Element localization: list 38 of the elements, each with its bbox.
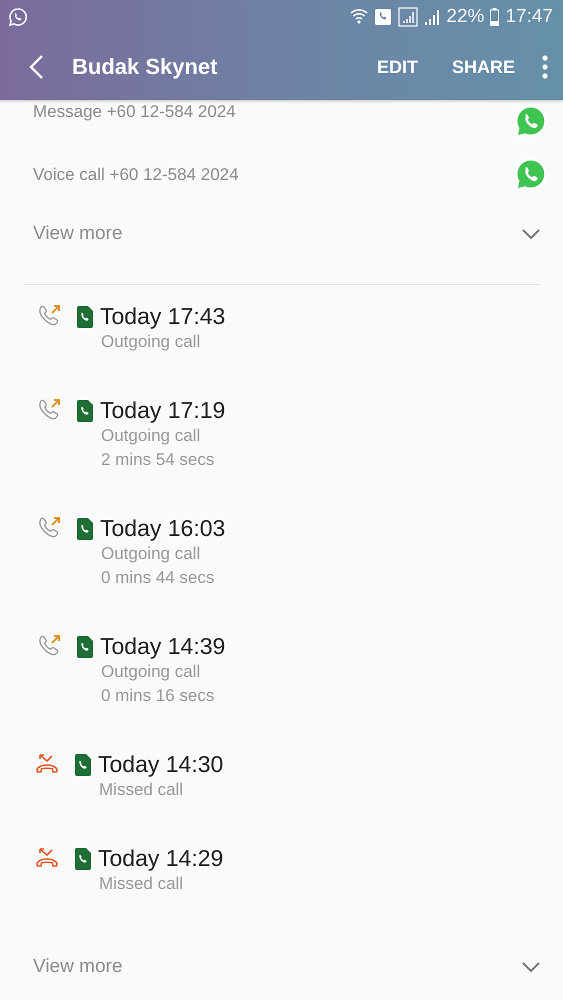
contact-name: Budak Skynet — [72, 54, 218, 80]
signal-icon — [424, 8, 440, 26]
view-more-link[interactable]: View more — [33, 956, 122, 978]
battery-percentage: 22% — [446, 6, 484, 28]
sim-phone-icon — [76, 518, 94, 540]
call-type: Outgoing call — [101, 425, 202, 447]
chevron-down-icon[interactable] — [521, 228, 541, 240]
chevron-down-icon[interactable] — [521, 961, 541, 973]
call-duration: 2 mins 54 secs — [101, 449, 216, 471]
sim-phone-icon — [76, 306, 94, 328]
sim-phone-icon — [76, 636, 94, 658]
contact-action[interactable]: Message +60 12-584 2024 — [33, 102, 236, 122]
call-time: Today 14:30 — [98, 751, 224, 778]
call-duration: 0 mins 16 secs — [101, 685, 216, 707]
sim-phone-icon — [74, 848, 92, 870]
call-type: Outgoing call — [101, 331, 202, 353]
signal-icon — [398, 7, 418, 27]
call-time: Today 17:43 — [100, 303, 226, 330]
call-type: Missed call — [99, 779, 184, 801]
clock: 17:47 — [505, 6, 553, 28]
call-time: Today 14:29 — [98, 845, 224, 872]
call-type: Outgoing call — [101, 543, 202, 565]
call-time: Today 16:03 — [100, 515, 226, 542]
sim-phone-icon — [76, 400, 94, 422]
sim-phone-icon — [74, 754, 92, 776]
call-duration: 0 mins 44 secs — [101, 567, 216, 589]
header-action[interactable]: EDIT — [376, 56, 418, 78]
header-action[interactable]: SHARE — [452, 56, 515, 78]
whatsapp-notification-icon — [8, 7, 28, 27]
call-time: Today 17:19 — [100, 397, 226, 424]
view-more-link[interactable]: View more — [33, 223, 122, 245]
battery-icon — [490, 8, 500, 26]
call-status-icon — [374, 8, 392, 26]
contact-action[interactable]: Voice call +60 12-584 2024 — [33, 165, 239, 185]
call-type: Missed call — [99, 873, 184, 895]
call-type: Outgoing call — [101, 661, 202, 683]
call-time: Today 14:39 — [100, 633, 226, 660]
more-options-icon[interactable] — [541, 55, 549, 79]
